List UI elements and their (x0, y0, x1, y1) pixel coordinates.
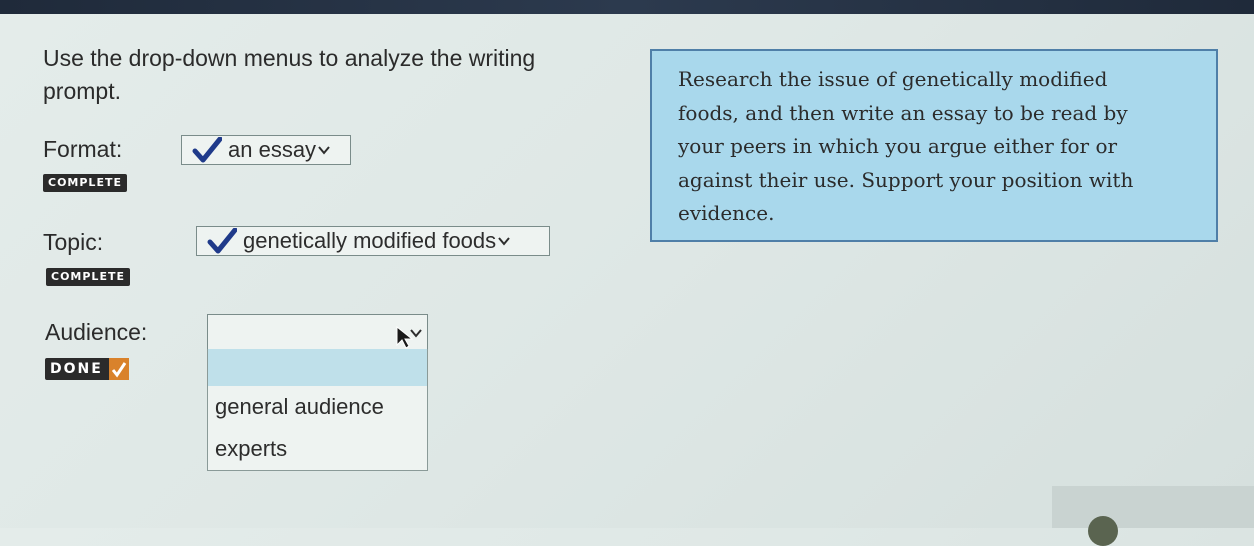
dropdown-option-empty[interactable] (208, 349, 427, 386)
mouse-pointer-icon (396, 325, 414, 349)
chevron-down-icon (498, 237, 510, 246)
audience-label: Audience: (45, 319, 148, 345)
format-select[interactable]: an essay (181, 135, 351, 165)
audience-status-text: DONE (50, 361, 103, 377)
topic-select[interactable]: genetically modified foods (196, 226, 550, 256)
topic-selected-value: genetically modified foods (243, 228, 497, 253)
writing-prompt-box: Research the issue of genetically modifi… (650, 49, 1218, 242)
instructions-line-1: Use the drop-down menus to analyze the w… (43, 45, 536, 71)
prompt-line-2: foods, and then write an essay to be rea… (678, 100, 1128, 125)
prompt-line-3: your peers in which you argue either for… (678, 134, 1118, 158)
chevron-down-icon (318, 146, 330, 155)
background-shadow (1052, 486, 1254, 528)
format-label: Format: (43, 136, 123, 162)
check-mark-icon (108, 358, 129, 380)
audience-status-badge: DONE (45, 358, 129, 380)
prompt-line-1: Research the issue of genetically modifi… (678, 67, 1108, 91)
dropdown-option-experts[interactable]: experts (208, 428, 427, 470)
background-object (1088, 516, 1118, 546)
audience-dropdown-list: general audience experts (207, 349, 428, 471)
check-mark-icon (192, 137, 222, 163)
top-bar (0, 0, 1254, 14)
topic-status-badge: COMPLETE (46, 268, 130, 286)
dropdown-option-general-audience[interactable]: general audience (208, 386, 427, 428)
format-status-badge: COMPLETE (43, 174, 127, 192)
instructions-text: Use the drop-down menus to analyze the w… (43, 42, 603, 108)
prompt-line-5: evidence. (678, 201, 775, 225)
instructions-line-2: prompt. (43, 78, 121, 104)
topic-label: Topic: (43, 229, 104, 255)
check-mark-icon (207, 228, 237, 254)
format-selected-value: an essay (228, 137, 317, 162)
prompt-line-4: against their use. Support your position… (678, 167, 1134, 192)
